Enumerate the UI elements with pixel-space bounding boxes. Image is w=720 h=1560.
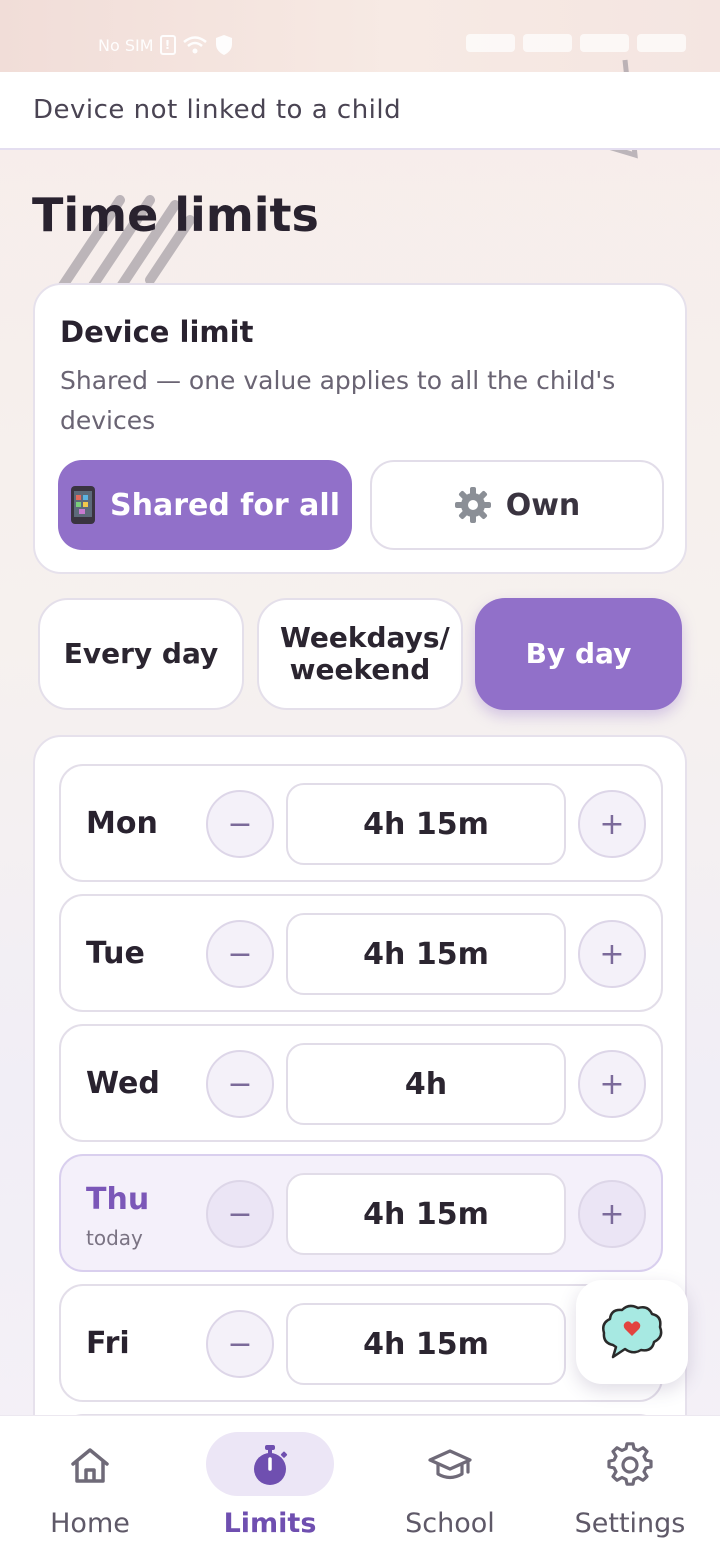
stopwatch-icon [254,1445,288,1485]
mode-by-day-button[interactable]: By day [475,598,682,710]
nav-limits-label: Limits [223,1508,317,1539]
device-limit-card: Device limit Shared — one value applies … [33,283,687,574]
mode-by-day-label: By day [525,637,632,670]
day-limit-value[interactable]: 4h [286,1043,566,1125]
decrease-button[interactable]: − [206,1310,274,1378]
nav-limits[interactable]: Limits [180,1416,360,1560]
sim-alert-icon: ! [159,35,176,55]
day-row-tue: Tue − 4h 15m + [59,894,663,1012]
chat-heart-icon [602,1304,663,1359]
day-limit-value[interactable]: 4h 15m [286,1173,566,1255]
decrease-button[interactable]: − [206,790,274,858]
device-limit-description: Shared — one value applies to all the ch… [60,366,616,435]
day-row-thu: Thu today − 4h 15m + [59,1154,663,1272]
nav-home[interactable]: Home [0,1416,180,1560]
day-name: Thu [86,1182,150,1217]
mode-weekdays-weekend-button[interactable]: Weekdays/ weekend [257,598,463,710]
increase-button[interactable]: + [578,1050,646,1118]
day-row-wed: Wed − 4h + [59,1024,663,1142]
mode-weekdays-weekend-label: Weekdays/ weekend [280,621,450,686]
gear-icon [454,487,491,523]
day-row-mon: Mon − 4h 15m + [59,764,663,882]
mode-every-day-label: Every day [63,637,219,670]
decrease-button[interactable]: − [206,920,274,988]
nav-school-label: School [405,1508,495,1539]
day-name: Mon [86,806,158,841]
day-name: Fri [86,1326,130,1361]
status-bar: No SIM ! [0,0,720,72]
decrease-button[interactable]: − [206,1180,274,1248]
day-name: Wed [86,1066,160,1101]
shared-for-all-button[interactable]: Shared for all [58,460,352,550]
chat-button[interactable] [576,1280,688,1384]
own-limit-button[interactable]: Own [370,460,664,550]
shield-icon [215,35,232,55]
own-limit-label: Own [505,487,581,523]
shared-for-all-label: Shared for all [110,487,340,523]
page-title: Time limits [32,188,319,242]
day-limit-value[interactable]: 4h 15m [286,913,566,995]
nav-settings[interactable]: Settings [540,1416,720,1560]
wifi-icon [182,36,207,54]
sim-status: No SIM [98,35,154,55]
status-left: No SIM ! [98,32,234,58]
graduation-cap-icon [428,1449,472,1480]
mode-every-day-button[interactable]: Every day [38,598,244,710]
decrease-button[interactable]: − [206,1050,274,1118]
gear-icon [607,1442,653,1486]
nav-home-label: Home [50,1508,130,1539]
device-limit-heading: Device limit [60,315,254,349]
increase-button[interactable]: + [578,790,646,858]
link-status-banner: Device not linked to a child [0,72,720,150]
day-limit-value[interactable]: 4h 15m [286,1303,566,1385]
banner-text: Device not linked to a child [33,95,402,125]
bottom-nav: Home Limits School Settings [0,1415,720,1560]
day-limit-value[interactable]: 4h 15m [286,783,566,865]
increase-button[interactable]: + [578,920,646,988]
increase-button[interactable]: + [578,1180,646,1248]
home-icon [71,1448,109,1483]
nav-school[interactable]: School [360,1416,540,1560]
phone-icon [71,486,95,524]
nav-settings-label: Settings [574,1508,686,1539]
day-name: Tue [86,936,145,971]
day-row-fri: Fri − 4h 15m + [59,1284,663,1402]
status-right-indicators [466,34,686,54]
today-label: today [86,1226,143,1250]
